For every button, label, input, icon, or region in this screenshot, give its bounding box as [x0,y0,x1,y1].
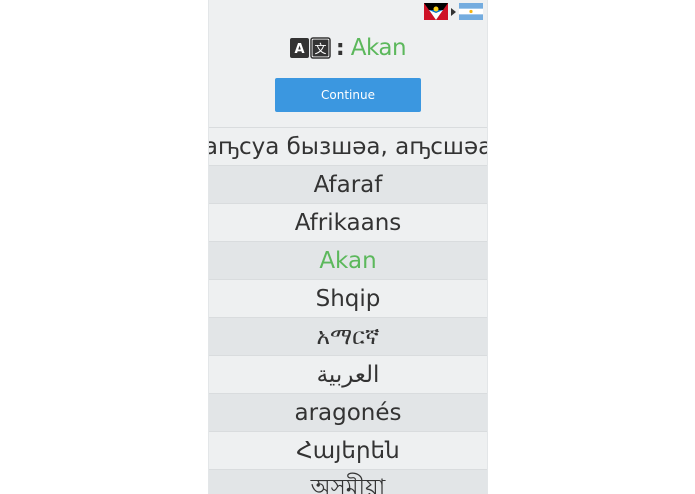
continue-button[interactable]: Continue [275,78,421,112]
language-item[interactable]: Shqip [209,280,487,318]
language-item[interactable]: Հայերեն [209,432,487,470]
argentina-flag-icon[interactable] [459,3,483,20]
selected-language-name: Akan [350,35,407,61]
language-item[interactable]: العربية [209,356,487,394]
svg-text:文: 文 [314,41,326,56]
flag-bar [424,3,483,20]
language-item[interactable]: aragonés [209,394,487,432]
language-item[interactable]: Afrikaans [209,204,487,242]
language-item[interactable]: አማርኛ [209,318,487,356]
language-item[interactable]: Afaraf [209,166,487,204]
flag-separator-arrow-icon [451,7,456,16]
language-list: аҧсуа бызшәа, аҧсшәа Afaraf Afrikaans Ak… [209,127,487,494]
svg-text:A: A [294,42,304,57]
selected-language-header: A 文 : Akan [209,34,487,62]
language-panel: A 文 : Akan Continue аҧсуа бызшәа, аҧсшәа… [208,0,488,494]
translate-icon: A 文 [289,37,332,59]
antigua-flag-icon[interactable] [424,3,448,20]
header-separator: : [335,35,345,61]
language-item[interactable]: অসমীয়া [209,470,487,494]
language-item[interactable]: аҧсуа бызшәа, аҧсшәа [209,128,487,166]
language-item-selected[interactable]: Akan [209,242,487,280]
